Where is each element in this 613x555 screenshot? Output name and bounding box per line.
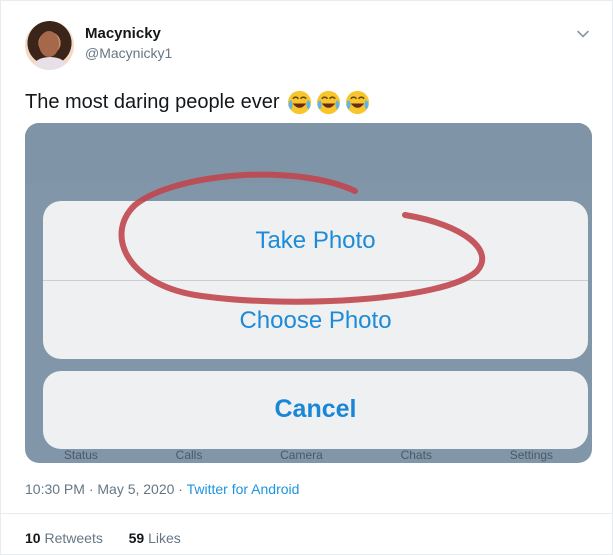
- tweet-timestamp[interactable]: 10:30 PM · May 5, 2020 ·: [25, 481, 183, 497]
- likes-count: 59: [128, 530, 145, 546]
- media-tab-bar: Status Calls Camera Chats Settings: [25, 447, 592, 463]
- avatar-shirt: [33, 57, 67, 70]
- tweet-text-row: The most daring people ever: [25, 89, 371, 116]
- likes-stat[interactable]: 59 Likes: [129, 530, 181, 546]
- face-with-tears-of-joy-icon: [287, 90, 311, 115]
- tweet-source-link[interactable]: Twitter for Android: [187, 481, 300, 497]
- avatar-face: [39, 31, 59, 57]
- face-with-tears-of-joy-icon: [316, 90, 340, 115]
- tweet-media-image[interactable]: Take Photo Choose Photo Cancel Status Ca…: [25, 123, 592, 463]
- retweets-count: 10: [25, 530, 41, 546]
- tweet-text: The most daring people ever: [25, 91, 280, 113]
- media-tab-settings: Settings: [509, 448, 554, 462]
- media-tab-status: Status: [63, 448, 98, 462]
- likes-label: Likes: [148, 530, 181, 546]
- retweets-label: Retweets: [44, 530, 103, 546]
- retweets-stat[interactable]: 10 Retweets: [25, 530, 103, 546]
- display-name[interactable]: Macynicky: [85, 25, 161, 42]
- media-tab-chats: Chats: [400, 448, 432, 462]
- emoji-row: [286, 89, 371, 116]
- media-tab-calls: Calls: [175, 448, 203, 462]
- stats-divider: [1, 513, 612, 514]
- tweet-stats: 10 Retweets 59 Likes: [25, 530, 181, 546]
- user-handle[interactable]: @Macynicky1: [85, 45, 172, 61]
- media-tab-camera: Camera: [280, 448, 323, 462]
- face-with-tears-of-joy-icon: [345, 90, 369, 115]
- tweet-card: Macynicky @Macynicky1 The most daring pe…: [0, 0, 613, 555]
- tweet-meta: 10:30 PM · May 5, 2020 · Twitter for And…: [25, 481, 299, 497]
- chevron-down-icon[interactable]: [576, 27, 590, 41]
- avatar[interactable]: [25, 21, 74, 70]
- red-circle-annotation: [118, 171, 486, 305]
